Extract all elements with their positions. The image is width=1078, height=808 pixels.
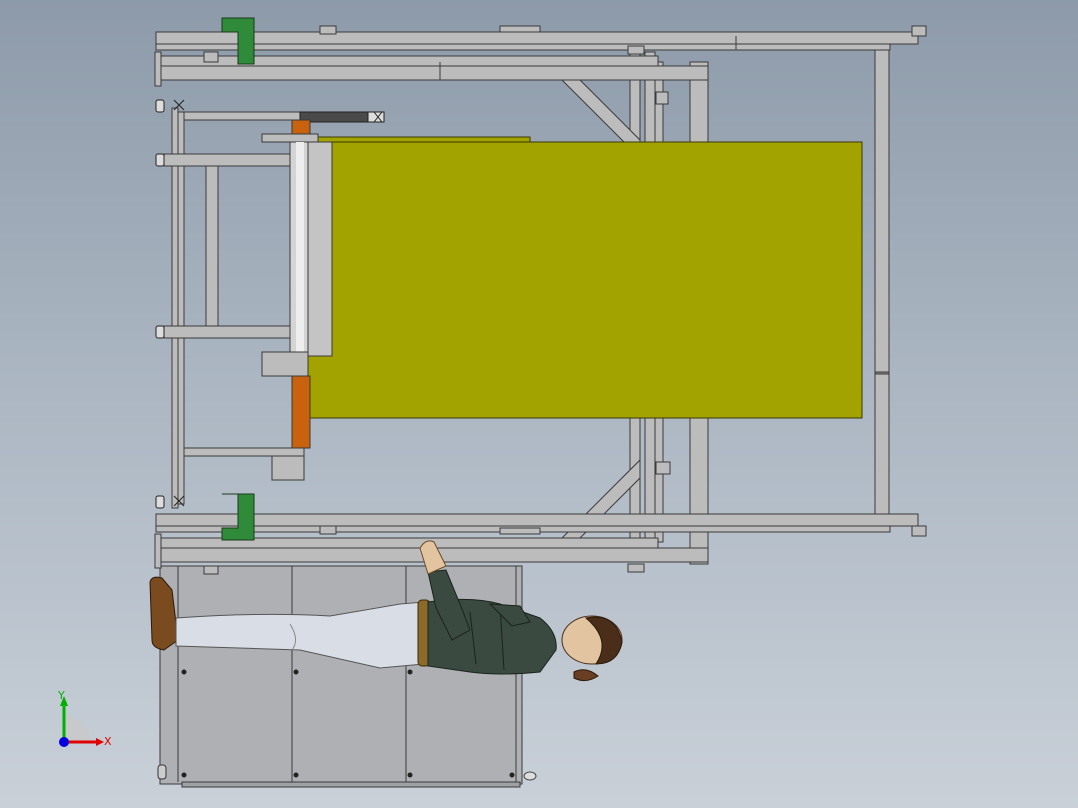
z-axis-dot [59, 737, 69, 747]
top-rail-assembly[interactable] [154, 25, 927, 87]
model-canvas[interactable]: Y X [0, 0, 1078, 808]
cad-viewport[interactable]: Y X [0, 0, 1078, 808]
yellow-panel[interactable] [307, 136, 863, 419]
y-axis-label: Y [57, 689, 65, 702]
coordinate-triad-icon[interactable]: Y X [57, 689, 112, 748]
base-panel[interactable] [157, 565, 537, 788]
actuator-cylinder[interactable] [299, 111, 385, 123]
inner-frame[interactable] [163, 107, 305, 509]
x-axis-label: X [104, 735, 112, 748]
bottom-rail-assembly[interactable] [154, 513, 927, 575]
